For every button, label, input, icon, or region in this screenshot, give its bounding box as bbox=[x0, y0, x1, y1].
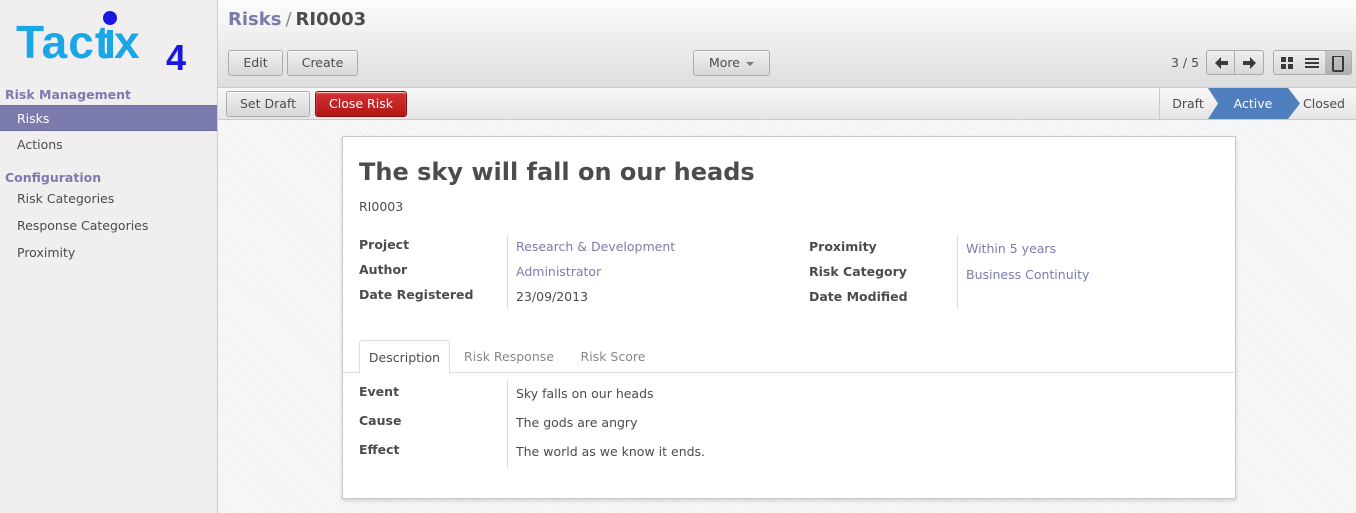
field-label-effect: Effect bbox=[359, 442, 400, 457]
record-title: The sky will fall on our heads bbox=[359, 158, 755, 186]
form-sheet: The sky will fall on our heads RI0003 Pr… bbox=[342, 136, 1236, 499]
breadcrumb-separator: / bbox=[285, 9, 292, 30]
svg-text:x: x bbox=[114, 16, 140, 68]
pager-previous-button[interactable] bbox=[1206, 50, 1235, 75]
svg-text:Tact: Tact bbox=[16, 16, 111, 68]
kanban-view-button[interactable] bbox=[1273, 50, 1300, 75]
sidebar-item-risk-categories[interactable]: Risk Categories bbox=[0, 186, 217, 212]
section-risk-management: Risk Management bbox=[5, 87, 132, 102]
tab-risk-response[interactable]: Risk Response bbox=[455, 340, 563, 373]
statusbar: Set Draft Close Risk Draft Active Closed bbox=[218, 88, 1356, 120]
close-risk-button[interactable]: Close Risk bbox=[315, 91, 407, 117]
more-label: More bbox=[709, 55, 740, 70]
sidebar-item-response-categories[interactable]: Response Categories bbox=[0, 213, 217, 239]
breadcrumb: Risks / RI0003 bbox=[228, 9, 366, 30]
sidebar-item-risks[interactable]: Risks bbox=[0, 105, 217, 131]
control-panel: Risks / RI0003 Edit Create More 3 / 5 bbox=[218, 0, 1356, 88]
notebook-tabs: Description Risk Response Risk Score bbox=[343, 340, 1235, 374]
sidebar-item-proximity[interactable]: Proximity bbox=[0, 240, 217, 266]
stage-active[interactable]: Active bbox=[1218, 88, 1288, 119]
field-label-date-registered: Date Registered bbox=[359, 287, 474, 302]
list-view-button[interactable] bbox=[1299, 50, 1326, 75]
create-button[interactable]: Create bbox=[287, 50, 358, 76]
field-label-event: Event bbox=[359, 384, 400, 399]
kanban-icon bbox=[1281, 57, 1293, 69]
field-label-author: Author bbox=[359, 262, 408, 277]
record-reference: RI0003 bbox=[359, 199, 404, 214]
tab-risk-score[interactable]: Risk Score bbox=[571, 340, 655, 373]
divider bbox=[957, 235, 958, 309]
field-value-author[interactable]: Administrator bbox=[516, 264, 601, 279]
breadcrumb-current: RI0003 bbox=[295, 9, 367, 30]
field-value-risk-category[interactable]: Business Continuity bbox=[966, 267, 1089, 282]
field-value-proximity[interactable]: Within 5 years bbox=[966, 241, 1056, 256]
form-view-button[interactable] bbox=[1325, 50, 1352, 75]
field-label-project: Project bbox=[359, 237, 410, 252]
list-icon bbox=[1305, 58, 1319, 68]
pager-value: 3 / 5 bbox=[1171, 55, 1200, 70]
edit-button[interactable]: Edit bbox=[228, 50, 283, 76]
field-value-effect: The world as we know it ends. bbox=[516, 444, 706, 459]
field-label-proximity: Proximity bbox=[809, 239, 877, 254]
stage-closed[interactable]: Closed bbox=[1296, 88, 1352, 119]
field-label-date-modified: Date Modified bbox=[809, 289, 908, 304]
more-dropdown[interactable]: More bbox=[693, 50, 770, 76]
section-configuration: Configuration bbox=[5, 170, 102, 185]
field-label-risk-category: Risk Category bbox=[809, 264, 907, 279]
field-value-date-registered: 23/09/2013 bbox=[516, 289, 589, 304]
field-label-cause: Cause bbox=[359, 413, 402, 428]
sidebar: Tact x 4 Risk Management Risks Actions C… bbox=[0, 0, 218, 513]
tab-description[interactable]: Description bbox=[359, 340, 450, 374]
field-value-cause: The gods are angry bbox=[516, 415, 638, 430]
divider bbox=[507, 380, 508, 468]
field-value-project[interactable]: Research & Development bbox=[516, 239, 675, 254]
pager-next-button[interactable] bbox=[1235, 50, 1264, 75]
svg-text:4: 4 bbox=[166, 37, 186, 76]
divider bbox=[507, 235, 508, 309]
arrow-left-icon bbox=[1215, 57, 1228, 69]
form-icon bbox=[1332, 56, 1344, 72]
field-value-event: Sky falls on our heads bbox=[516, 386, 654, 401]
form-view-area: The sky will fall on our heads RI0003 Pr… bbox=[218, 120, 1356, 513]
arrow-right-icon bbox=[1243, 57, 1256, 69]
set-draft-button[interactable]: Set Draft bbox=[226, 91, 310, 117]
breadcrumb-parent[interactable]: Risks bbox=[228, 9, 281, 30]
tactix-logo[interactable]: Tact x 4 bbox=[16, 10, 201, 78]
sidebar-item-actions[interactable]: Actions bbox=[0, 132, 217, 158]
caret-down-icon bbox=[746, 61, 754, 66]
